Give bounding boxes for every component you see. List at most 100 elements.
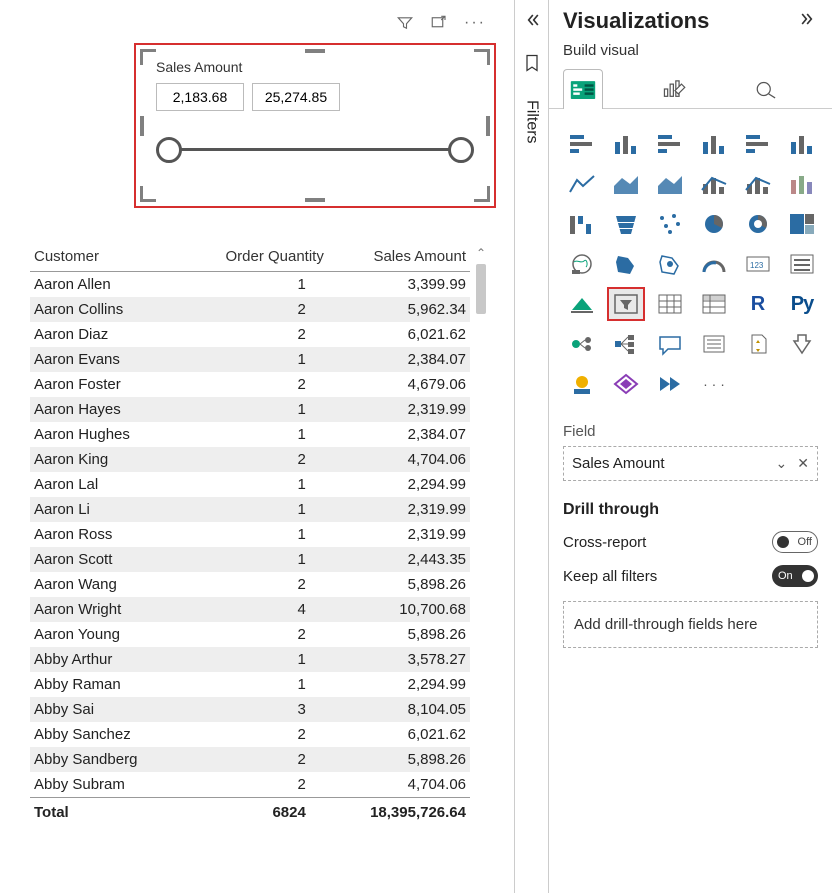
drill-through-title: Drill through [563,501,818,519]
resize-handle[interactable] [474,186,490,202]
table-row[interactable]: Aaron Diaz26,021.62 [30,322,470,347]
table-row[interactable]: Aaron Ross12,319.99 [30,522,470,547]
resize-handle[interactable] [305,49,325,53]
viz-type-stacked-area[interactable] [651,167,689,201]
viz-type-paginated[interactable] [739,327,777,361]
viz-type-more-visuals[interactable]: · · · [695,367,733,401]
pane-subtitle: Build visual [563,42,818,59]
viz-type-line-stacked-column[interactable] [695,167,733,201]
table-row[interactable]: Aaron Li12,319.99 [30,497,470,522]
col-sales-amount[interactable]: Sales Amount [328,242,470,272]
table-row[interactable]: Aaron Hayes12,319.99 [30,397,470,422]
table-row[interactable]: Aaron Foster24,679.06 [30,372,470,397]
viz-type-matrix[interactable] [695,287,733,321]
resize-handle[interactable] [486,116,490,136]
table-row[interactable]: Aaron Young25,898.26 [30,622,470,647]
viz-type-ribbon[interactable] [783,167,821,201]
scroll-up-icon[interactable]: ⌃ [476,246,486,260]
viz-type-scatter[interactable] [651,207,689,241]
viz-type-donut[interactable] [739,207,777,241]
viz-type-decomposition-tree[interactable] [607,327,645,361]
viz-type-pie[interactable] [695,207,733,241]
viz-type-stacked-bar[interactable] [563,127,601,161]
table-row[interactable]: Abby Sai38,104.05 [30,697,470,722]
focus-mode-icon[interactable] [430,14,448,37]
slicer-visual[interactable]: Sales Amount [134,43,496,208]
collapse-icon[interactable] [522,10,542,35]
keep-filters-toggle[interactable]: On [772,565,818,587]
viz-type-slicer[interactable] [607,287,645,321]
tab-analytics[interactable] [747,69,787,109]
viz-type-power-automate[interactable] [651,367,689,401]
viz-type-area[interactable] [607,167,645,201]
filters-label[interactable]: Filters [523,100,541,144]
viz-type-metrics[interactable] [783,327,821,361]
table-row[interactable]: Aaron Lal12,294.99 [30,472,470,497]
table-row[interactable]: Aaron Wright410,700.68 [30,597,470,622]
viz-type-smart-narrative[interactable] [695,327,733,361]
table-row[interactable]: Aaron King24,704.06 [30,447,470,472]
chevron-down-icon[interactable]: ⌄ [776,455,788,472]
table-row[interactable]: Aaron Evans12,384.07 [30,347,470,372]
bookmark-icon[interactable] [522,53,542,78]
slicer-min-input[interactable] [156,83,244,111]
resize-handle[interactable] [474,49,490,65]
slider-thumb-max[interactable] [448,137,474,163]
table-scrollbar[interactable]: ⌃ [474,242,488,827]
viz-type-table[interactable] [651,287,689,321]
viz-type-waterfall[interactable] [563,207,601,241]
tab-format-visual[interactable] [655,69,695,109]
remove-field-icon[interactable]: ✕ [797,455,809,472]
filter-icon[interactable] [396,14,414,37]
table-row[interactable]: Aaron Wang25,898.26 [30,572,470,597]
resize-handle[interactable] [140,116,144,136]
viz-type-line[interactable] [563,167,601,201]
viz-type-treemap[interactable] [783,207,821,241]
more-options-icon[interactable]: ··· [464,14,486,37]
viz-type-line-clustered-column[interactable] [739,167,777,201]
viz-type-python-visual[interactable]: Py [783,287,821,321]
col-customer[interactable]: Customer [30,242,182,272]
viz-type-r-visual[interactable]: R [739,287,777,321]
table-row[interactable]: Aaron Collins25,962.34 [30,297,470,322]
table-row[interactable]: Aaron Hughes12,384.07 [30,422,470,447]
slider-thumb-min[interactable] [156,137,182,163]
viz-type-filled-map[interactable] [607,247,645,281]
table-row[interactable]: Abby Subram24,704.06 [30,772,470,798]
viz-type-clustered-column[interactable] [695,127,733,161]
viz-type-key-influencers[interactable] [563,327,601,361]
viz-type-map[interactable] [563,247,601,281]
col-order-qty[interactable]: Order Quantity [182,242,327,272]
viz-type-clustered-bar[interactable] [651,127,689,161]
table-row[interactable]: Abby Raman12,294.99 [30,672,470,697]
viz-type-funnel[interactable] [607,207,645,241]
table-row[interactable]: Abby Arthur13,578.27 [30,647,470,672]
viz-type-100-stacked-bar[interactable] [739,127,777,161]
cross-report-toggle[interactable]: Off [772,531,818,553]
table-visual[interactable]: ⌃ Customer Order Quantity Sales Amount A… [30,242,470,827]
scroll-thumb[interactable] [476,264,486,314]
viz-type-azure-map[interactable] [651,247,689,281]
viz-type-stacked-column[interactable] [607,127,645,161]
slicer-max-input[interactable] [252,83,340,111]
viz-type-arc-gis[interactable] [563,367,601,401]
resize-handle[interactable] [140,49,156,65]
resize-handle[interactable] [140,186,156,202]
slicer-range-slider[interactable] [156,135,474,165]
viz-type-kpi[interactable] [563,287,601,321]
table-row[interactable]: Aaron Scott12,443.35 [30,547,470,572]
viz-type-multi-row-card[interactable] [783,247,821,281]
drill-drop-zone[interactable]: Add drill-through fields here [563,601,818,648]
table-row[interactable]: Aaron Allen13,399.99 [30,272,470,298]
viz-type-power-apps[interactable] [607,367,645,401]
viz-type-qna[interactable] [651,327,689,361]
viz-type-gauge[interactable] [695,247,733,281]
tab-build-visual[interactable] [563,69,603,109]
expand-icon[interactable] [798,9,818,34]
viz-type-card[interactable]: 123 [739,247,777,281]
table-row[interactable]: Abby Sanchez26,021.62 [30,722,470,747]
resize-handle[interactable] [305,198,325,202]
viz-type-100-stacked-column[interactable] [783,127,821,161]
field-well[interactable]: Sales Amount ⌄ ✕ [563,446,818,481]
table-row[interactable]: Abby Sandberg25,898.26 [30,747,470,772]
